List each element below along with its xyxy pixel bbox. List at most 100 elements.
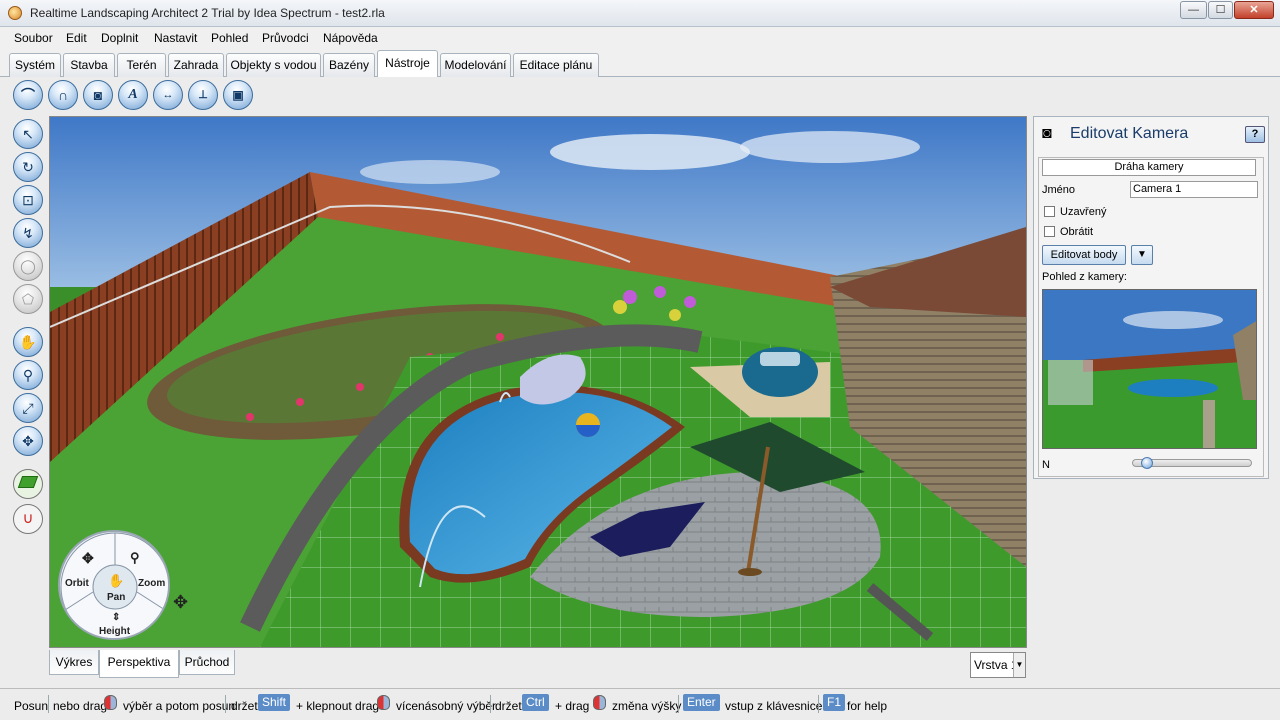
dimension-icon[interactable]: ↔ [153,80,183,110]
menu-pruvodci[interactable]: Průvodci [262,31,309,45]
tool-toolbar: ⌒ ∩ ◙ A ↔ ⊥ ▣ [0,77,1280,115]
tab-objekty-s-vodou[interactable]: Objekty s vodou [226,53,321,77]
chevron-down-icon[interactable]: ▼ [1013,653,1025,677]
menu-doplnit[interactable]: Doplnit [101,31,138,45]
name-label: Jméno [1042,184,1076,196]
navwheel-pan[interactable]: Pan [107,592,125,603]
menu-edit[interactable]: Edit [66,31,87,45]
ribbon-tabs: Systém Stavba Terén Zahrada Objekty s vo… [0,49,1280,78]
camera-preview [1042,289,1257,449]
scene-3d [50,117,1026,647]
maximize-button[interactable]: ☐ [1208,1,1233,19]
menu-bar: Soubor Edit Doplnit Nastavit Pohled Prův… [0,27,1280,49]
rotate-view-icon[interactable]: ↻ [13,152,43,182]
pan-hand-icon: ✋ [108,573,125,588]
shape-icon[interactable]: ◯ [13,251,43,281]
app-icon [8,6,22,20]
navwheel-orbit[interactable]: Orbit [65,578,89,589]
edit-points-button[interactable]: Editovat body [1042,245,1126,265]
help-button[interactable]: ? [1245,126,1265,143]
grass-tile-icon[interactable] [13,469,43,499]
status-text: + klepnout drag [296,699,380,713]
key-f1: F1 [823,694,846,711]
status-text: for help [847,699,888,713]
view-tabs: Výkres Perspektiva Průchod Vrstva 1 ▼ [0,648,1280,688]
tab-modelovani[interactable]: Modelování [440,53,511,77]
tab-zahrada[interactable]: Zahrada [168,53,224,77]
zoom-region-icon[interactable]: ⊡ [13,185,43,215]
navigation-wheel[interactable]: ✥ ⚲ Orbit ✋ Pan Zoom ⇕ Height [58,530,170,640]
mouse-drag-icon [593,695,606,710]
status-text: nebo drag [53,699,108,713]
tab-teren[interactable]: Terén [117,53,166,77]
orbit-icon[interactable]: ✥ [13,426,43,456]
status-text: držet [495,699,522,713]
move-cursor-icon: ✥ [173,592,189,612]
tab-editace-planu[interactable]: Editace plánu [513,53,599,77]
tab-perspektiva[interactable]: Perspektiva [99,650,179,678]
separator [48,695,49,713]
status-text: vícenásobný výběr [396,699,497,713]
tab-nastroje[interactable]: Nástroje [377,50,438,78]
menu-pohled[interactable]: Pohled [211,31,248,45]
navwheel-height[interactable]: Height [99,626,130,637]
measure-icon[interactable]: ⊥ [188,80,218,110]
layer-value: Vrstva 1 [974,658,1018,672]
camera-icon[interactable]: ◙ [83,80,113,110]
arc-path-icon[interactable]: ∩ [48,80,78,110]
chevron-down-icon[interactable]: ▼ [1131,245,1153,265]
separator [490,695,491,713]
separator [225,695,226,713]
edit-camera-panel: ◙ Editovat Kamera ? Dráha kamery Jméno C… [1033,116,1269,479]
reverse-label: Obrátit [1060,226,1094,238]
perspective-viewport[interactable] [49,116,1027,648]
separator [678,695,679,713]
zoom-icon: ⚲ [130,550,140,565]
zoom-extents-icon[interactable]: ⤢ [13,393,43,423]
tab-vykres[interactable]: Výkres [49,650,99,675]
closed-checkbox[interactable] [1044,206,1055,217]
zoom-icon[interactable]: ⚲ [13,360,43,390]
status-text: Posun [14,699,49,713]
polygon-icon[interactable]: ⬠ [13,284,43,314]
layer-select[interactable]: Vrstva 1 ▼ [970,652,1026,678]
closed-label: Uzavřený [1060,206,1107,218]
minimize-button[interactable]: — [1180,1,1207,19]
mouse-drag-icon [104,695,117,710]
speed-label: N [1042,459,1050,471]
status-text: vstup z klávesnice [725,699,823,713]
camera-preview-image [1043,290,1256,448]
pan-hand-icon[interactable]: ✋ [13,327,43,357]
curve-edit-icon[interactable]: ↯ [13,218,43,248]
navwheel-zoom[interactable]: Zoom [138,578,165,589]
camera-name-field[interactable]: Camera 1 [1130,181,1258,198]
text-tool-icon[interactable]: A [118,80,148,110]
height-arrow-icon: ⇕ [112,612,121,623]
magnet-icon[interactable]: ∪ [13,504,43,534]
title-bar: Realtime Landscaping Architect 2 Trial b… [0,0,1280,27]
menu-nastavit[interactable]: Nastavit [154,31,197,45]
key-enter: Enter [683,694,720,711]
reverse-checkbox[interactable] [1044,226,1055,237]
menu-napoveda[interactable]: Nápověda [323,31,378,45]
snapshot-icon[interactable]: ▣ [223,80,253,110]
camera-icon: ◙ [1042,125,1052,142]
status-text: výběr a potom posun [123,699,236,713]
status-bar: Posun nebo drag výběr a potom posun drže… [0,688,1280,720]
left-toolbar: ↖ ↻ ⊡ ↯ ◯ ⬠ ✋ ⚲ ⤢ ✥ ∪ [0,115,48,650]
mouse-drag-icon [377,695,390,710]
tab-pruchod[interactable]: Průchod [179,650,235,675]
status-text: držet [231,699,258,713]
camera-path-button[interactable]: Dráha kamery [1042,159,1256,176]
path-curve-icon[interactable]: ⌒ [13,80,43,110]
tab-bazeny[interactable]: Bazény [323,53,375,77]
tab-system[interactable]: Systém [9,53,61,77]
tab-stavba[interactable]: Stavba [63,53,115,77]
separator [818,695,819,713]
speed-slider-handle[interactable] [1141,457,1153,469]
key-shift: Shift [258,694,291,711]
close-button[interactable]: ✕ [1234,1,1274,19]
menu-soubor[interactable]: Soubor [14,31,53,45]
status-text: změna výšky [612,699,682,713]
select-arrow-icon[interactable]: ↖ [13,119,43,149]
